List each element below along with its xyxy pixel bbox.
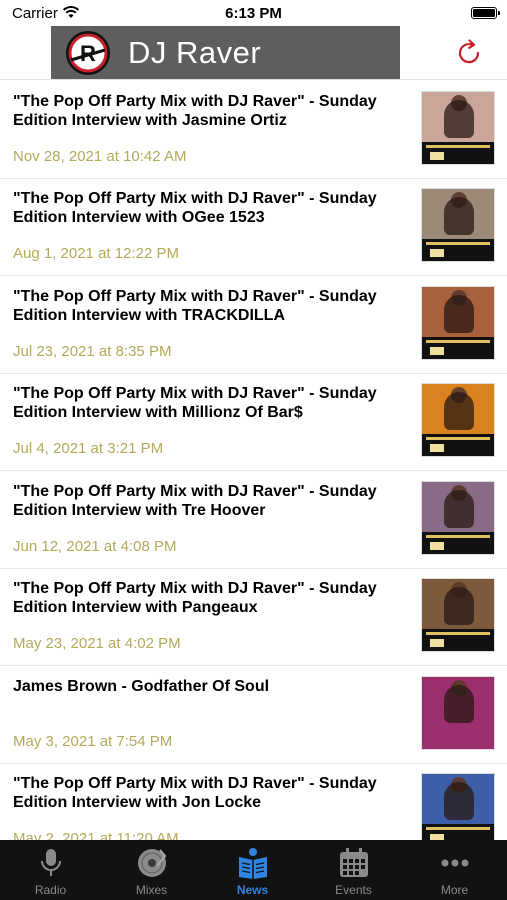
tab-more[interactable]: More xyxy=(404,840,505,900)
news-item-date: May 3, 2021 at 7:54 PM xyxy=(13,733,173,750)
news-item[interactable]: "The Pop Off Party Mix with DJ Raver" - … xyxy=(0,568,507,666)
news-item-date: Jul 4, 2021 at 3:21 PM xyxy=(13,440,164,457)
news-item-thumbnail xyxy=(421,481,495,555)
news-item-title: "The Pop Off Party Mix with DJ Raver" - … xyxy=(13,580,377,616)
newspaper-reader-icon xyxy=(239,848,267,879)
news-item-title: James Brown - Godfather Of Soul xyxy=(13,678,270,695)
battery-icon xyxy=(471,7,500,19)
news-item-thumbnail xyxy=(421,383,495,457)
status-time: 6:13 PM xyxy=(225,5,282,22)
tab-mixes[interactable]: Mixes xyxy=(101,840,202,900)
news-item-title: "The Pop Off Party Mix with DJ Raver" - … xyxy=(13,93,377,129)
news-item-title: "The Pop Off Party Mix with DJ Raver" - … xyxy=(13,775,377,811)
news-item[interactable]: "The Pop Off Party Mix with DJ Raver" - … xyxy=(0,763,507,840)
tab-bar: Radio Mixes News Events More xyxy=(0,840,507,900)
news-item-title: "The Pop Off Party Mix with DJ Raver" - … xyxy=(13,385,377,421)
brand-bar[interactable]: R DJ Raver xyxy=(51,26,400,79)
news-item[interactable]: "The Pop Off Party Mix with DJ Raver" - … xyxy=(0,178,507,276)
tab-news[interactable]: News xyxy=(202,840,303,900)
calendar-icon xyxy=(340,848,368,877)
news-item[interactable]: "The Pop Off Party Mix with DJ Raver" - … xyxy=(0,276,507,374)
news-item-title: "The Pop Off Party Mix with DJ Raver" - … xyxy=(13,288,377,324)
more-dots-icon xyxy=(441,859,469,867)
tab-events[interactable]: Events xyxy=(303,840,404,900)
news-item[interactable]: James Brown - Godfather Of Soul May 3, 2… xyxy=(0,666,507,764)
news-item-thumbnail xyxy=(421,188,495,262)
news-item-thumbnail xyxy=(421,578,495,652)
news-item-date: Aug 1, 2021 at 12:22 PM xyxy=(13,245,179,262)
news-item-thumbnail xyxy=(421,773,495,840)
status-bar: Carrier 6:13 PM xyxy=(0,0,507,26)
app-header: R DJ Raver xyxy=(0,26,507,80)
tab-label: Radio xyxy=(34,883,67,897)
news-item-title: "The Pop Off Party Mix with DJ Raver" - … xyxy=(13,190,377,226)
news-item-thumbnail xyxy=(421,676,495,750)
refresh-icon[interactable] xyxy=(453,37,485,69)
tab-radio[interactable]: Radio xyxy=(0,840,101,900)
dj-raver-logo-icon: R xyxy=(66,31,110,75)
news-item-thumbnail xyxy=(421,286,495,360)
tab-label: Events xyxy=(335,883,372,897)
news-item-date: Jul 23, 2021 at 8:35 PM xyxy=(13,343,172,360)
vinyl-record-icon xyxy=(138,849,167,877)
news-item[interactable]: "The Pop Off Party Mix with DJ Raver" - … xyxy=(0,471,507,569)
tab-label: Mixes xyxy=(135,883,168,897)
news-item-date: May 2, 2021 at 11:20 AM xyxy=(13,830,179,840)
news-item-thumbnail xyxy=(421,91,495,165)
news-item-date: Jun 12, 2021 at 4:08 PM xyxy=(13,538,177,555)
news-item[interactable]: "The Pop Off Party Mix with DJ Raver" - … xyxy=(0,81,507,179)
news-item-title: "The Pop Off Party Mix with DJ Raver" - … xyxy=(13,483,377,519)
news-item-date: May 23, 2021 at 4:02 PM xyxy=(13,635,181,652)
microphone-icon xyxy=(41,849,61,876)
tab-label: News xyxy=(236,883,269,897)
page-title: DJ Raver xyxy=(128,35,262,70)
tab-label: More xyxy=(440,883,469,897)
news-item-date: Nov 28, 2021 at 10:42 AM xyxy=(13,148,187,165)
news-item[interactable]: "The Pop Off Party Mix with DJ Raver" - … xyxy=(0,373,507,471)
news-feed[interactable]: "The Pop Off Party Mix with DJ Raver" - … xyxy=(0,81,507,840)
